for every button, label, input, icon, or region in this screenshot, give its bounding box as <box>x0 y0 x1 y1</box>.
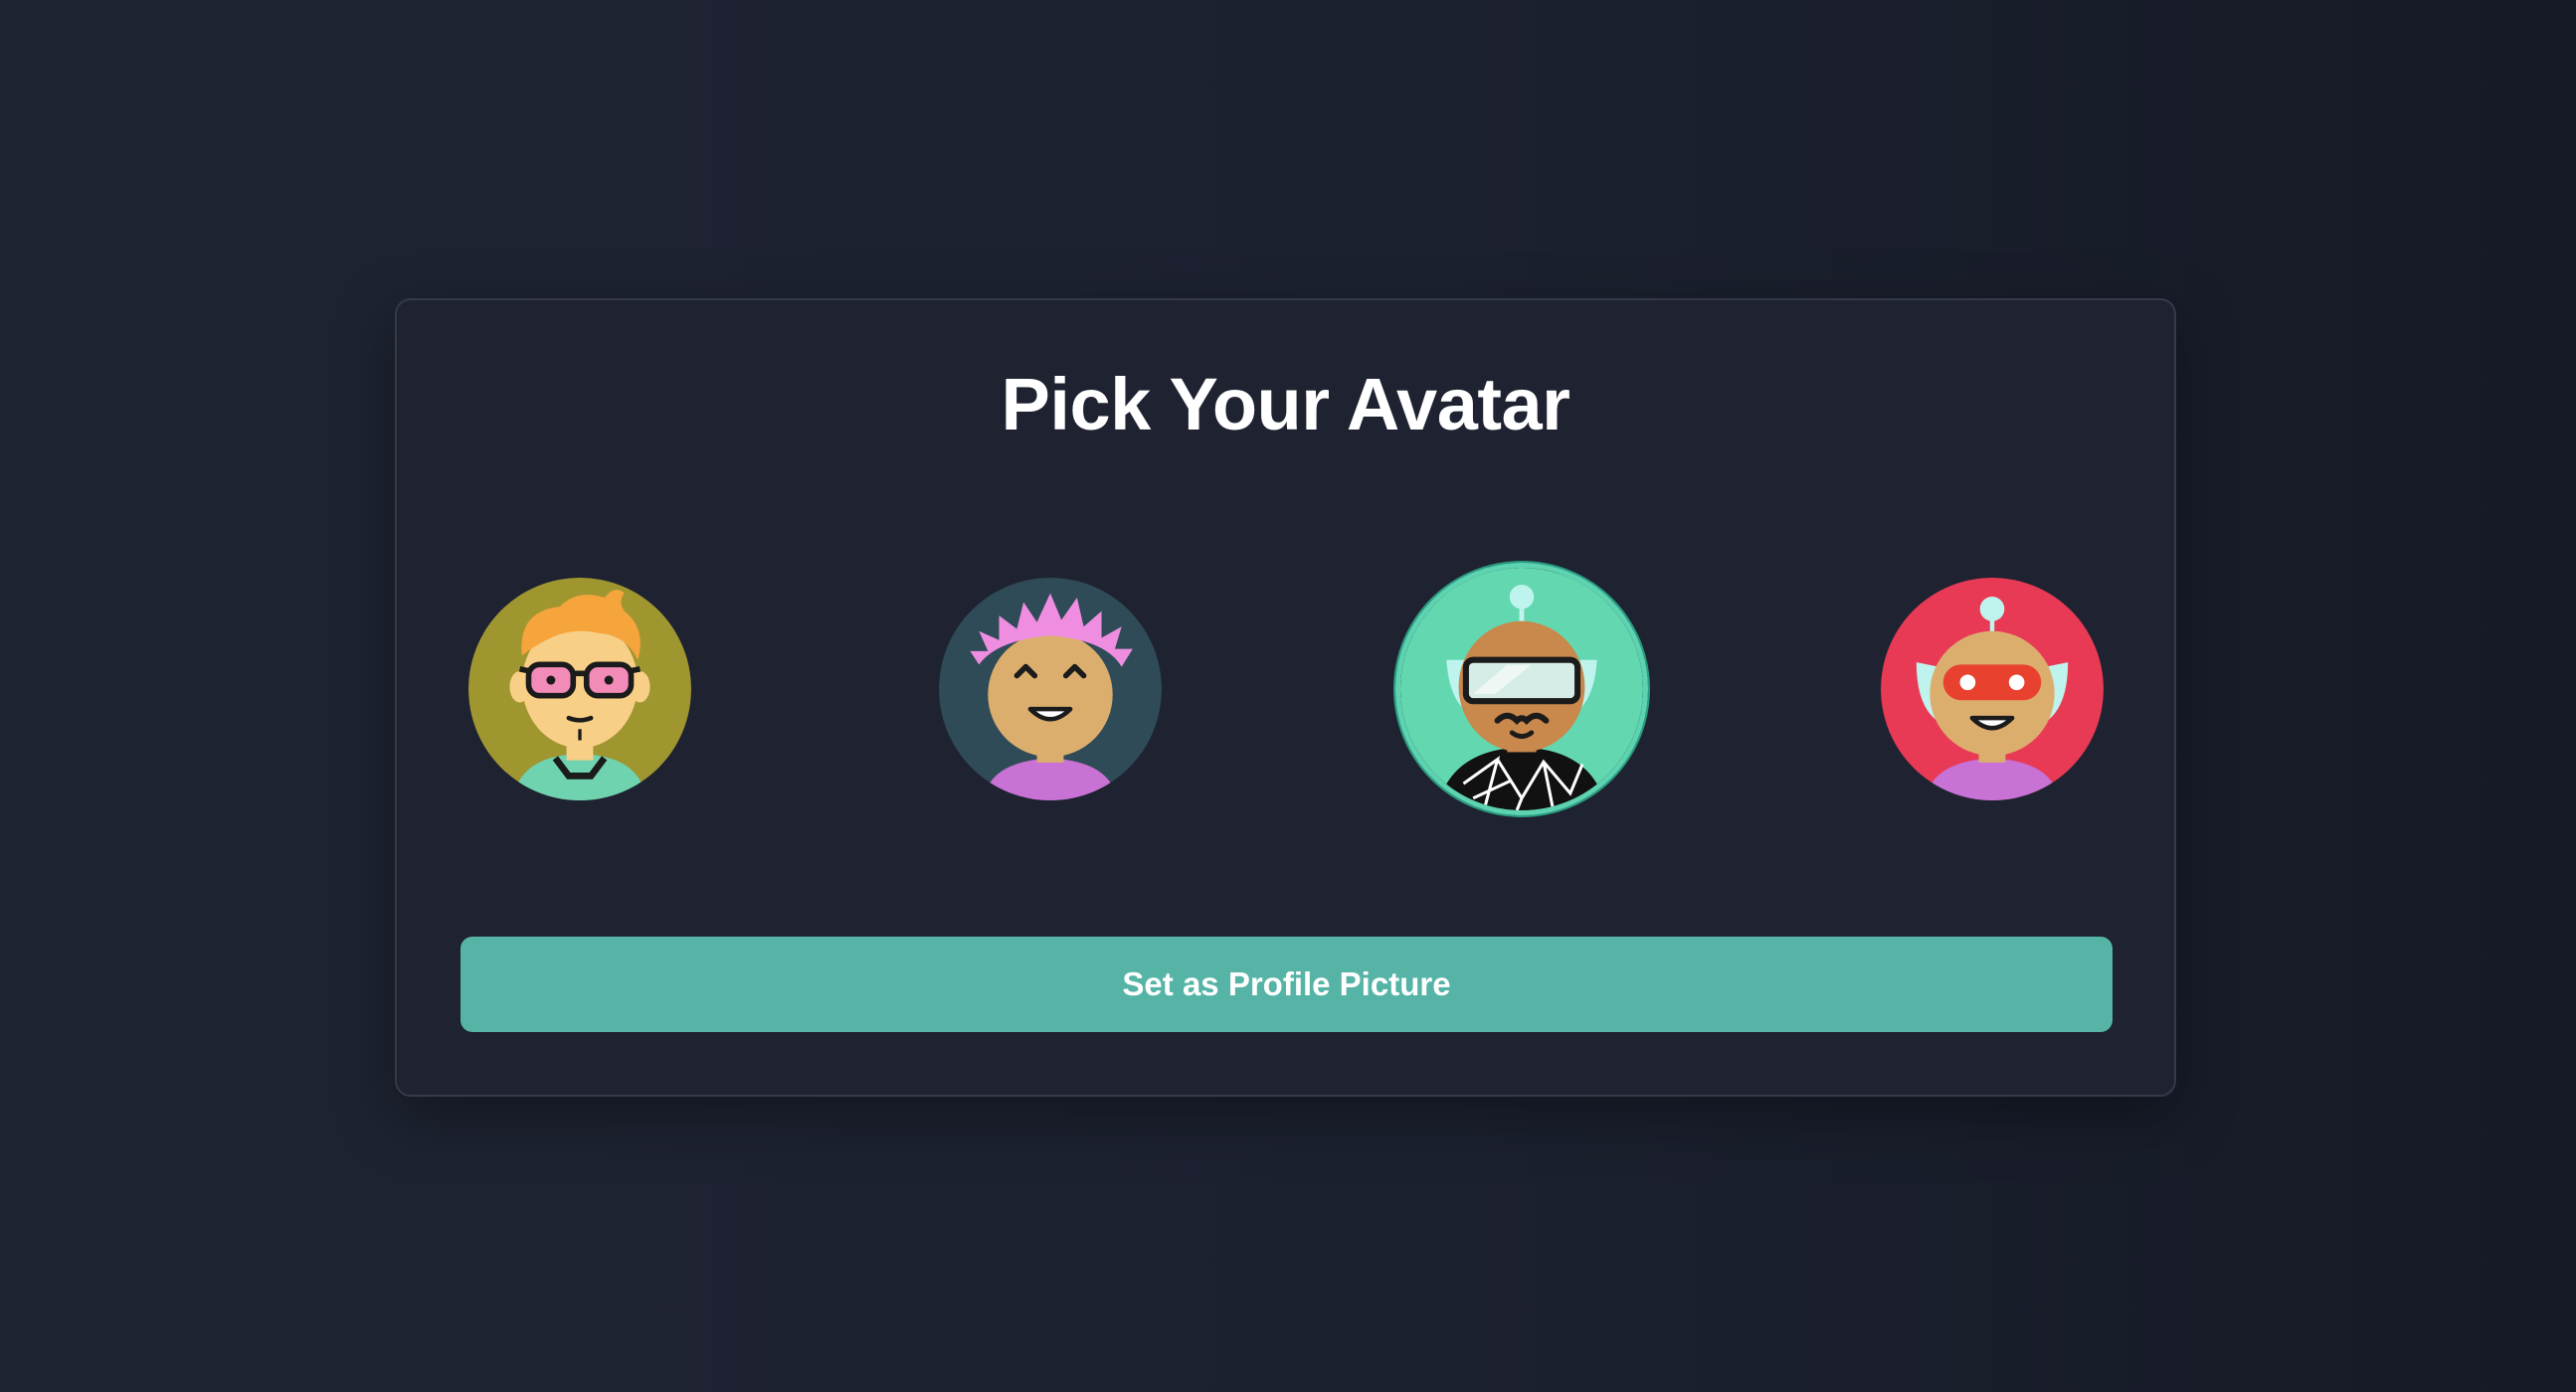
avatar-option-1[interactable] <box>468 578 691 800</box>
avatar-option-2[interactable] <box>939 578 1162 800</box>
avatar-option-4[interactable] <box>1881 578 2104 800</box>
avatar-visor-icon <box>1400 568 1643 810</box>
set-profile-picture-button[interactable]: Set as Profile Picture <box>460 937 2113 1032</box>
avatar-picker-card: Pick Your Avatar Set as Profile Picture <box>395 298 2176 1097</box>
page-title: Pick Your Avatar <box>1001 363 1570 445</box>
avatar-spiky-hair-icon <box>939 578 1162 800</box>
avatar-mask-icon <box>1881 578 2104 800</box>
avatar-option-3-selected[interactable] <box>1395 563 1648 815</box>
avatar-glasses-icon <box>468 578 691 800</box>
